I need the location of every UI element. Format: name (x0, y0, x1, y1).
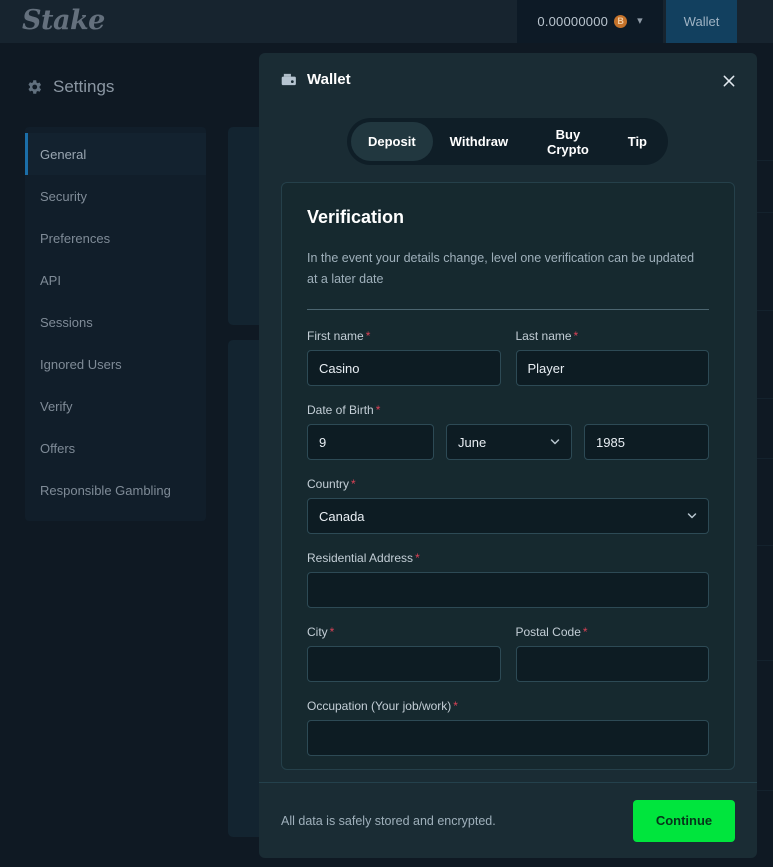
sidebar-item-label: Offers (40, 440, 76, 456)
sidebar-item-responsible-gambling[interactable]: Responsible Gambling (25, 469, 206, 511)
occupation-label: Occupation (Your job/work) * (307, 699, 709, 713)
sidebar-item-label: Preferences (40, 230, 111, 246)
wallet-modal: Wallet Deposit Withdraw Buy Crypto Tip V… (259, 53, 757, 858)
sidebar-item-label: Sessions (40, 314, 93, 330)
modal-footer: All data is safely stored and encrypted.… (259, 782, 757, 858)
modal-title: Wallet (307, 71, 351, 88)
top-bar: Stake 0.00000000 B ▾ Wallet (0, 0, 773, 43)
required-marker: * (582, 625, 588, 640)
modal-title-group: Wallet (281, 71, 351, 88)
last-name-input[interactable] (515, 350, 709, 387)
postal-code-field-group: Postal Code * (515, 625, 710, 683)
settings-sidebar: Settings General Security Preferences AP… (0, 43, 236, 867)
address-label-text: Residential Address (307, 551, 414, 566)
address-field-group: Residential Address * (307, 551, 709, 609)
city-field-group: City * (307, 625, 501, 683)
country-field-group: Country * (307, 477, 709, 535)
stake-logo[interactable]: Stake (22, 5, 105, 36)
verification-card: Verification In the event your details c… (281, 182, 735, 770)
postal-code-label-text: Postal Code (515, 625, 581, 640)
wallet-icon (281, 73, 296, 86)
balance-display[interactable]: 0.00000000 B ▾ (517, 0, 663, 43)
sidebar-item-sessions[interactable]: Sessions (25, 301, 206, 343)
required-marker: * (351, 477, 356, 492)
continue-button[interactable]: Continue (633, 799, 735, 842)
settings-nav: General Security Preferences API Session… (25, 127, 206, 521)
last-name-field-group: Last name * (515, 329, 710, 387)
first-name-label: First name * (307, 329, 501, 343)
dob-year-input[interactable] (584, 424, 709, 461)
country-label: Country * (307, 477, 709, 491)
first-name-input[interactable] (307, 350, 501, 387)
dob-day-input[interactable] (307, 424, 434, 461)
required-marker: * (365, 329, 371, 344)
verification-description: In the event your details change, level … (307, 251, 695, 286)
city-postal-row: City * Postal Code * (307, 625, 710, 683)
sidebar-item-label: Responsible Gambling (40, 482, 171, 498)
close-icon (723, 75, 735, 87)
settings-heading: Settings (25, 77, 114, 97)
occupation-field-group: Occupation (Your job/work) * (307, 699, 709, 757)
footer-note: All data is safely stored and encrypted. (281, 813, 496, 828)
country-label-text: Country (307, 477, 350, 492)
wallet-button[interactable]: Wallet (666, 0, 737, 43)
city-label: City * (307, 625, 501, 639)
chevron-down-icon[interactable]: ▾ (637, 16, 643, 27)
dob-label: Date of Birth * (307, 403, 709, 417)
verification-title: Verification (307, 207, 405, 227)
settings-title: Settings (53, 77, 115, 96)
occupation-label-text: Occupation (Your job/work) (307, 699, 452, 714)
app-root: Stake 0.00000000 B ▾ Wallet Settings Gen… (0, 0, 773, 867)
sidebar-item-label: API (40, 272, 61, 288)
section-divider (307, 309, 709, 311)
postal-code-input[interactable] (515, 646, 709, 683)
sidebar-item-security[interactable]: Security (25, 175, 206, 217)
balance-amount: 0.00000000 (537, 14, 609, 29)
sidebar-item-api[interactable]: API (25, 259, 206, 301)
required-marker: * (453, 699, 458, 714)
city-label-text: City (307, 625, 328, 640)
sidebar-item-label: Verify (40, 398, 73, 414)
required-marker: * (329, 625, 335, 640)
sidebar-item-label: General (40, 146, 87, 162)
tab-tip[interactable]: Tip (611, 122, 664, 161)
gear-icon (28, 80, 42, 94)
sidebar-item-offers[interactable]: Offers (25, 427, 206, 469)
last-name-label-text: Last name (515, 329, 572, 344)
required-marker: * (375, 403, 381, 418)
bitcoin-coin-icon: B (614, 15, 628, 28)
required-marker: * (415, 551, 420, 566)
occupation-input[interactable] (307, 720, 709, 757)
sidebar-item-verify[interactable]: Verify (25, 385, 206, 427)
dob-label-text: Date of Birth (307, 403, 374, 418)
dob-month-select[interactable] (446, 424, 572, 461)
tab-deposit[interactable]: Deposit (351, 122, 433, 161)
dob-field-group: Date of Birth * (307, 403, 709, 461)
tab-buy-crypto[interactable]: Buy Crypto (525, 122, 611, 161)
modal-header: Wallet (259, 53, 757, 107)
sidebar-item-label: Security (40, 188, 87, 204)
tab-withdraw[interactable]: Withdraw (433, 122, 525, 161)
dob-row (307, 424, 709, 461)
last-name-label: Last name * (516, 329, 710, 343)
sidebar-item-label: Ignored Users (40, 356, 122, 372)
address-label: Residential Address * (307, 551, 709, 565)
wallet-tabs: Deposit Withdraw Buy Crypto Tip (347, 118, 668, 165)
sidebar-item-ignored-users[interactable]: Ignored Users (25, 343, 206, 385)
country-select-wrap (307, 498, 709, 535)
required-marker: * (573, 329, 579, 344)
sidebar-item-general[interactable]: General (25, 133, 206, 175)
first-name-label-text: First name (307, 329, 364, 344)
close-modal-button[interactable] (720, 72, 738, 90)
postal-code-label: Postal Code * (516, 625, 710, 639)
first-name-field-group: First name * (307, 329, 501, 387)
sidebar-item-preferences[interactable]: Preferences (25, 217, 206, 259)
country-select[interactable] (307, 498, 709, 535)
name-row: First name* Last name* (307, 329, 710, 387)
dob-month-select-wrap (446, 424, 572, 461)
address-input[interactable] (307, 572, 709, 609)
city-input[interactable] (307, 646, 501, 683)
